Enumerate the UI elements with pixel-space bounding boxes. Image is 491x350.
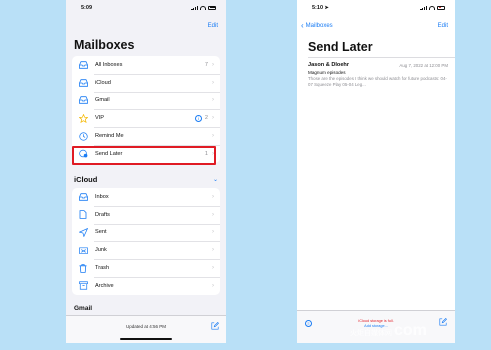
chevron-right-icon: ›: [212, 115, 214, 122]
mailbox-label: VIP: [95, 115, 105, 122]
icloud-section-header[interactable]: iCloud ⌄: [74, 175, 218, 184]
chevron-right-icon: ›: [212, 133, 214, 140]
chevron-right-icon: ›: [212, 265, 214, 272]
folder-junk[interactable]: Junk ›: [72, 241, 220, 259]
mailbox-gmail[interactable]: Gmail ›: [72, 91, 220, 110]
mailbox-count: 2: [204, 115, 208, 122]
status-bar: 5:10 ➤: [297, 5, 455, 13]
compose-icon[interactable]: [439, 318, 447, 326]
signal-icon: [191, 5, 198, 10]
home-indicator: [120, 337, 172, 340]
back-button[interactable]: ‹ Mailboxes: [301, 21, 333, 30]
chevron-right-icon: ›: [212, 282, 214, 289]
tray-icon: [78, 95, 88, 105]
watermark-text: 火炬自媒体网: [350, 330, 392, 337]
wifi-icon: [200, 5, 206, 10]
chevron-right-icon: ›: [212, 247, 214, 254]
tray-icon: [78, 78, 88, 88]
chevron-down-icon[interactable]: ⌄: [213, 176, 218, 183]
page-title: Mailboxes: [74, 38, 135, 52]
mailbox-label: Gmail: [95, 97, 110, 104]
folder-inbox[interactable]: Inbox ›: [72, 188, 220, 206]
chevron-right-icon: ›: [212, 211, 214, 218]
mailbox-label: Remind Me: [95, 133, 124, 140]
clock-icon: [78, 131, 88, 141]
divider: [308, 57, 455, 58]
folder-sent[interactable]: Sent ›: [72, 223, 220, 242]
mailbox-vip[interactable]: VIP i 2 ›: [72, 109, 220, 127]
chevron-right-icon: ›: [212, 97, 214, 104]
mailbox-label: All Inboxes: [95, 61, 123, 68]
edit-button[interactable]: Edit: [208, 23, 218, 29]
mailboxes-screen: 5:09 Edit Mailboxes All Inboxes 7 › iClo…: [66, 0, 226, 343]
message-list-item[interactable]: Jason & Dloehr Aug 7, 2022 at 12:00 PM M…: [308, 62, 448, 88]
info-icon[interactable]: i: [194, 114, 202, 122]
updated-status: Updated at 4:56 PM: [125, 324, 167, 329]
back-label: Mailboxes: [305, 23, 333, 29]
mailbox-all-inboxes[interactable]: All Inboxes 7 ›: [72, 56, 220, 74]
status-bar: 5:09: [66, 5, 226, 13]
bottom-toolbar: Updated at 4:56 PM: [66, 315, 226, 343]
watermark: 火炬自媒体网 com: [350, 322, 427, 340]
icloud-folder-list: Inbox › Drafts › Sent › Junk › Trash › A…: [72, 188, 220, 295]
chevron-right-icon: ›: [212, 61, 214, 68]
watermark-domain: com: [394, 322, 427, 339]
chevron-right-icon: ›: [212, 193, 214, 200]
folder-archive[interactable]: Archive ›: [72, 276, 220, 295]
message-preview: Those are the episodes I think we should…: [308, 76, 447, 87]
gmail-section-header[interactable]: Gmail: [74, 305, 92, 312]
compose-icon[interactable]: [211, 322, 219, 330]
mailbox-count: 7: [204, 61, 208, 68]
edit-button[interactable]: Edit: [438, 23, 448, 29]
battery-icon: [208, 5, 216, 10]
folder-label: Junk: [95, 247, 107, 254]
folder-label: Archive: [95, 282, 114, 289]
mailbox-remind-me[interactable]: Remind Me ›: [72, 127, 220, 145]
location-icon: ➤: [324, 5, 329, 11]
send-later-highlight-box: [72, 146, 216, 165]
status-icons: [420, 5, 445, 10]
chevron-right-icon: ›: [212, 229, 214, 236]
send-later-screen: 5:10 ➤ ‹ Mailboxes Edit Send Later Jason…: [297, 0, 455, 343]
status-time: 5:10 ➤: [312, 5, 329, 11]
message-date: Aug 7, 2022 at 12:00 PM: [399, 62, 448, 68]
junk-icon: [78, 245, 88, 255]
document-icon: [78, 210, 88, 220]
archive-icon: [78, 281, 88, 291]
folder-label: Inbox: [95, 193, 109, 200]
wifi-icon: [429, 5, 435, 10]
folder-label: Drafts: [95, 211, 110, 218]
section-title: iCloud: [74, 175, 98, 184]
page-title: Send Later: [308, 40, 373, 54]
signal-icon: [420, 5, 427, 10]
star-icon: [78, 113, 88, 123]
status-icons: [191, 5, 216, 10]
battery-icon: [437, 5, 445, 10]
paperplane-icon: [78, 227, 88, 237]
status-time: 5:09: [81, 5, 93, 11]
message-sender: Jason & Dloehr: [308, 62, 350, 68]
chevron-left-icon: ‹: [301, 21, 304, 30]
mailbox-icloud[interactable]: iCloud ›: [72, 73, 220, 92]
trash-icon: [78, 263, 88, 273]
folder-drafts[interactable]: Drafts ›: [72, 205, 220, 224]
tray-icon: [78, 60, 88, 70]
mailbox-label: iCloud: [95, 79, 111, 86]
tray-icon: [78, 192, 88, 202]
chevron-right-icon: ›: [212, 79, 214, 86]
folder-label: Trash: [95, 265, 110, 272]
folder-label: Sent: [95, 229, 107, 236]
folder-trash[interactable]: Trash ›: [72, 259, 220, 277]
message-subject: Magnum episodes: [308, 69, 346, 75]
